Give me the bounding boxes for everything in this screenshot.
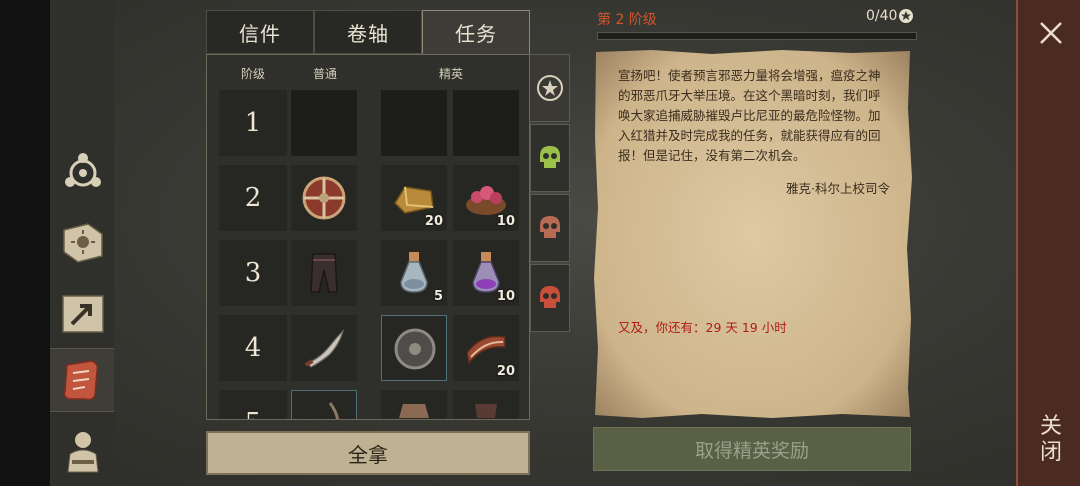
potion-flask-icon [400, 252, 428, 293]
bow-icon [328, 402, 340, 419]
elite-reward-slot[interactable] [453, 390, 519, 419]
round-shield-icon [302, 176, 346, 220]
leather-pants-icon [310, 253, 338, 293]
tier-number: 5 [219, 390, 287, 419]
tier-row-2: 2 20 10 [219, 165, 519, 231]
category-tab-green-skull[interactable] [530, 124, 570, 192]
claim-elite-reward-button[interactable]: 取得精英奖励 [593, 427, 911, 471]
skull-icon [540, 216, 560, 238]
tier-number: 3 [219, 240, 287, 306]
quest-letter: 宣扬吧！使者预言邪恶力量将会增强，瘟疫之神的邪恶爪牙大举压境。在这个黑暗时刻，我… [592, 48, 914, 420]
close-label: 关闭 [1039, 414, 1062, 465]
normal-reward-slot[interactable] [291, 165, 357, 231]
tier-row-4: 4 20 [219, 315, 519, 381]
map-arrow-icon [62, 295, 104, 333]
sidebar-journal-button[interactable] [54, 210, 112, 272]
elite-reward-slot[interactable]: 20 [381, 165, 447, 231]
elite-reward-slot[interactable] [381, 390, 447, 419]
gloves-icon [475, 404, 497, 418]
close-icon[interactable] [1038, 20, 1064, 46]
header-normal: 普通 [313, 67, 338, 81]
elite-reward-slot[interactable]: 5 [381, 240, 447, 306]
tab-quests[interactable]: 任务 [422, 10, 530, 54]
hunter-portrait-icon [67, 432, 99, 473]
tab-letters[interactable]: 信件 [206, 10, 314, 54]
elite-reward-slot[interactable]: 10 [453, 165, 519, 231]
sidebar-character-button[interactable] [54, 420, 112, 482]
letter-signature: 雅克·科尔上校司令 [786, 181, 890, 196]
normal-reward-slot[interactable] [291, 315, 357, 381]
letter-body: 宣扬吧！使者预言邪恶力量将会增强，瘟疫之神的邪恶爪牙大举压境。在这个黑暗时刻，我… [618, 68, 881, 163]
stage-progress-bar [597, 32, 917, 40]
normal-reward-slot[interactable] [291, 390, 357, 419]
normal-reward-slot[interactable] [291, 240, 357, 306]
category-tab-elite[interactable] [530, 54, 570, 122]
stage-progress-text: 0/40 [866, 8, 898, 24]
skull-icon [540, 286, 560, 308]
elite-reward-slot-empty [381, 90, 447, 156]
category-tab-orange-skull[interactable] [530, 194, 570, 262]
category-tab-red-skull[interactable] [530, 264, 570, 332]
item-quantity: 10 [496, 214, 515, 229]
collect-all-button[interactable]: 全拿 [206, 431, 530, 475]
elite-reward-slot[interactable] [381, 315, 447, 381]
normal-reward-slot-empty [291, 90, 357, 156]
star-badge-icon [899, 9, 913, 23]
sidebar-skills-button[interactable] [54, 140, 112, 202]
triskelion-icon [65, 153, 101, 187]
iron-shield-icon [394, 328, 436, 370]
star-laurel-icon [536, 75, 563, 101]
tier-number: 4 [219, 315, 287, 381]
tier-row-5: 5 [219, 390, 519, 419]
tier-number: 1 [219, 90, 287, 156]
left-black-strip [0, 0, 50, 486]
reward-table: 阶级 普通 精英 1 2 20 10 3 5 10 4 20 [206, 54, 530, 420]
item-quantity: 5 [433, 289, 443, 304]
remaining-time: 又及，你还有：29 天 19 小时 [618, 320, 787, 335]
tier-row-1: 1 [219, 90, 519, 156]
sun-book-icon [63, 223, 103, 263]
sidebar-map-button[interactable] [54, 282, 112, 344]
chest-armor-icon [399, 404, 429, 418]
red-scroll-icon [63, 360, 99, 401]
skull-icon [540, 146, 560, 168]
mail-tabs: 信件 卷轴 任务 [206, 10, 530, 54]
elite-reward-slot[interactable]: 10 [453, 240, 519, 306]
tier-row-3: 3 5 10 [219, 240, 519, 306]
stage-label: 第 2 阶级 [597, 12, 657, 28]
tier-number: 2 [219, 165, 287, 231]
item-quantity: 20 [496, 364, 515, 379]
item-quantity: 20 [424, 214, 443, 229]
elite-reward-slot[interactable]: 20 [453, 315, 519, 381]
header-tier: 阶级 [241, 67, 266, 81]
item-quantity: 10 [496, 289, 515, 304]
sidebar-quest-button[interactable] [50, 348, 114, 412]
header-elite: 精英 [439, 67, 464, 81]
tab-scrolls[interactable]: 卷轴 [314, 10, 422, 54]
elite-reward-slot-empty [453, 90, 519, 156]
scimitar-icon [304, 328, 345, 368]
close-panel[interactable]: 关闭 [1016, 0, 1080, 486]
